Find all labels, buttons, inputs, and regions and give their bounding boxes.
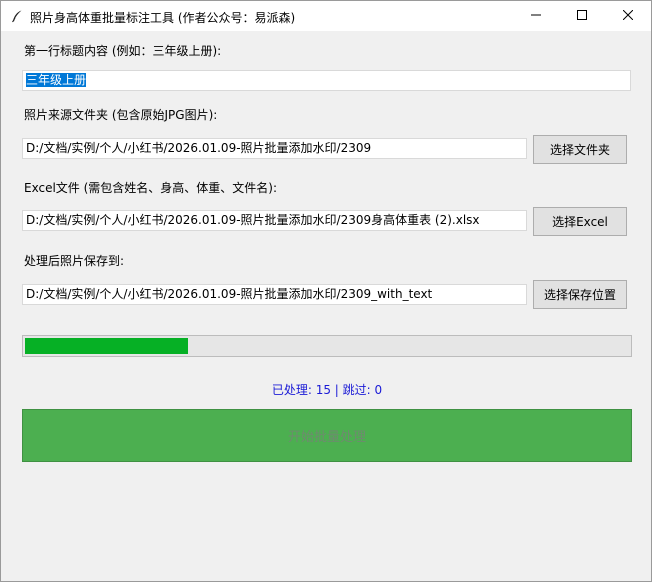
select-folder-button[interactable]: 选择文件夹	[533, 135, 627, 164]
select-excel-button[interactable]: 选择Excel	[533, 207, 627, 236]
select-save-location-button[interactable]: 选择保存位置	[533, 280, 627, 309]
maximize-button[interactable]	[559, 1, 605, 31]
maximize-icon	[577, 9, 587, 23]
minimize-button[interactable]	[513, 1, 559, 31]
progress-fill	[25, 338, 188, 354]
source-folder-input[interactable]: D:/文档/实例/个人/小红书/2026.01.09-照片批量添加水印/2309	[22, 138, 527, 159]
window-title: 照片身高体重批量标注工具 (作者公众号：易派森)	[30, 11, 296, 25]
output-folder-input[interactable]: D:/文档/实例/个人/小红书/2026.01.09-照片批量添加水印/2309…	[22, 284, 527, 305]
close-icon	[622, 9, 634, 23]
title-content-label: 第一行标题内容 (例如：三年级上册):	[24, 44, 222, 58]
excel-file-label: Excel文件 (需包含姓名、身高、体重、文件名):	[24, 181, 278, 195]
feather-icon	[10, 9, 24, 23]
title-content-input[interactable]: 三年级上册	[22, 70, 631, 91]
close-button[interactable]	[605, 1, 651, 31]
title-content-value: 三年级上册	[26, 73, 87, 87]
source-folder-value: D:/文档/实例/个人/小红书/2026.01.09-照片批量添加水印/2309	[26, 141, 372, 155]
status-text: 已处理: 15 | 跳过: 0	[271, 383, 383, 397]
minimize-icon	[531, 9, 541, 23]
source-folder-label: 照片来源文件夹 (包含原始JPG图片):	[24, 108, 218, 122]
output-folder-value: D:/文档/实例/个人/小红书/2026.01.09-照片批量添加水印/2309…	[26, 287, 433, 301]
progress-bar	[22, 335, 632, 357]
output-folder-label: 处理后照片保存到:	[24, 254, 125, 268]
app-window: 照片身高体重批量标注工具 (作者公众号：易派森) 第一行标题内容 (例如：三年级…	[0, 0, 652, 582]
title-bar[interactable]: 照片身高体重批量标注工具 (作者公众号：易派森)	[1, 1, 651, 31]
excel-file-input[interactable]: D:/文档/实例/个人/小红书/2026.01.09-照片批量添加水印/2309…	[22, 210, 527, 231]
excel-file-value: D:/文档/实例/个人/小红书/2026.01.09-照片批量添加水印/2309…	[26, 213, 480, 227]
start-batch-button[interactable]: 开始批量处理	[22, 409, 632, 462]
